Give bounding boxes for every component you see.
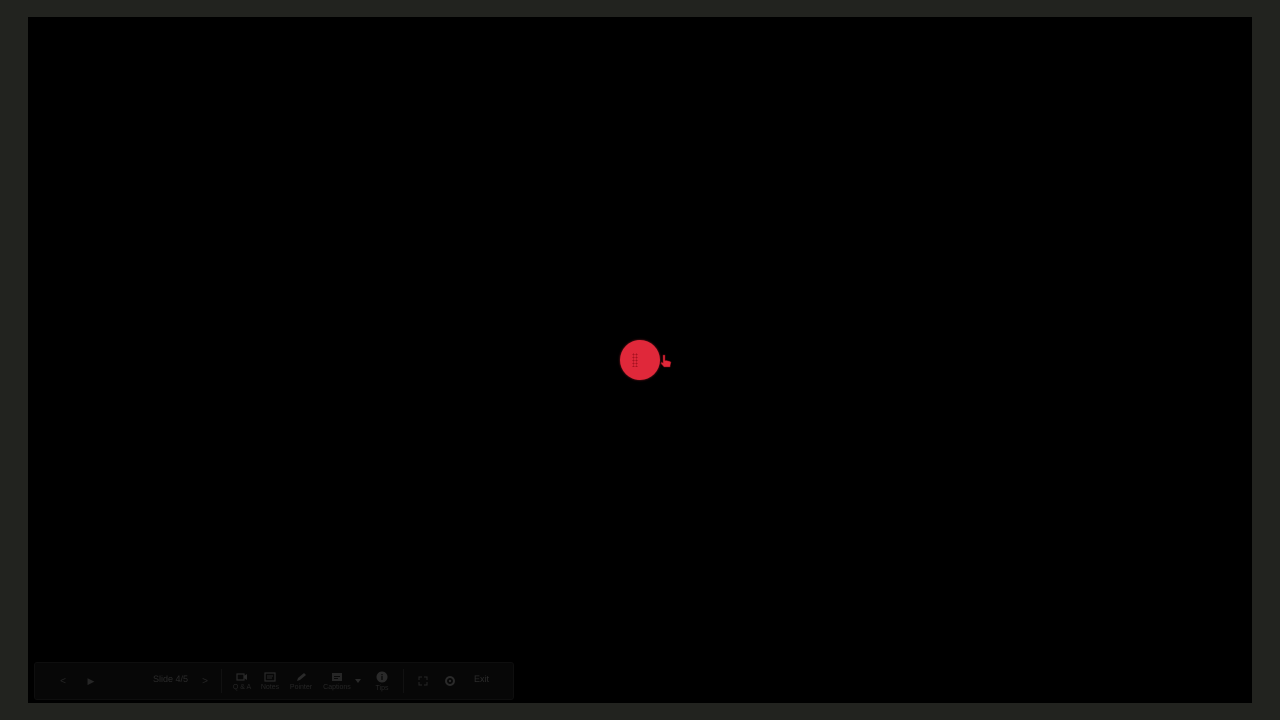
slide-counter: Slide 4/5 (153, 674, 189, 684)
caret-down-icon (355, 679, 361, 683)
pointer-button[interactable]: Pointer (287, 663, 315, 699)
presenter-toolbar: < ▶ Slide 4/5 > Q & A Notes Pointer Capt… (34, 662, 514, 700)
pointer-label: Pointer (289, 683, 313, 691)
toolbar-divider (403, 669, 404, 693)
laser-pointer[interactable] (620, 340, 660, 380)
notes-button[interactable]: Notes (257, 663, 283, 699)
captions-icon (332, 672, 342, 681)
presentation-stage: < ▶ Slide 4/5 > Q & A Notes Pointer Capt… (28, 17, 1252, 703)
mouse-cursor-icon (660, 354, 672, 368)
fullscreen-button[interactable] (415, 663, 431, 699)
settings-button[interactable] (441, 663, 459, 699)
camera-icon (236, 672, 247, 681)
toolbar-divider (221, 669, 222, 693)
tips-button[interactable]: Tips (369, 663, 395, 699)
play-icon: ▶ (87, 675, 95, 686)
qa-label: Q & A (232, 683, 252, 691)
play-button[interactable]: ▶ (83, 663, 99, 699)
settings-icon (445, 676, 455, 686)
tips-label: Tips (375, 684, 389, 692)
notes-label: Notes (260, 683, 280, 691)
pointer-grip-icon (632, 353, 638, 367)
exit-button[interactable]: Exit (474, 674, 489, 684)
info-icon (376, 671, 388, 682)
prev-slide-button[interactable]: < (55, 663, 71, 699)
captions-label: Captions (323, 683, 351, 691)
qa-button[interactable]: Q & A (229, 663, 255, 699)
captions-button[interactable]: Captions (321, 663, 353, 699)
next-slide-icon: > (202, 675, 208, 687)
fullscreen-icon (418, 676, 428, 686)
pen-icon (297, 672, 306, 681)
prev-slide-icon: < (60, 675, 66, 687)
captions-options-button[interactable] (353, 663, 363, 699)
next-slide-button[interactable]: > (197, 663, 213, 699)
notes-icon (264, 671, 276, 682)
